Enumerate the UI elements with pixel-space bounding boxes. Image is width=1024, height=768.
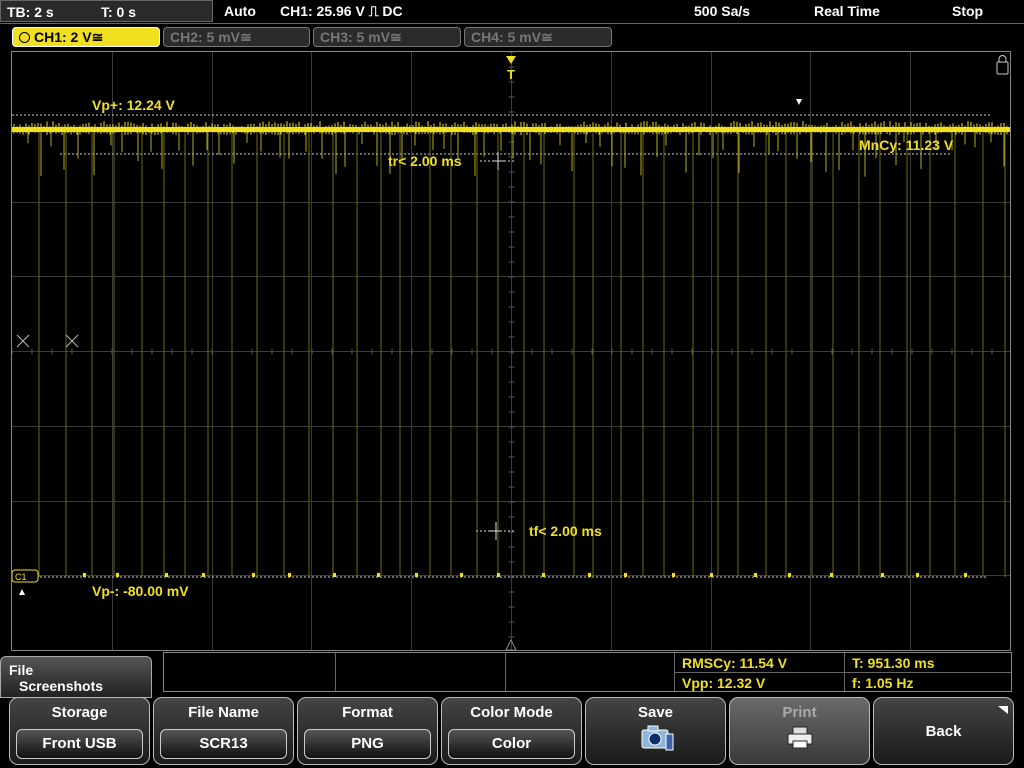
mncy-label: MnCy: 11.23 V <box>859 137 954 153</box>
trace-low-point <box>83 573 86 577</box>
tab-ch3-label: CH3: 5 mV≅ <box>320 29 402 45</box>
trace-low-point <box>964 573 967 577</box>
trace-low-point <box>165 573 168 577</box>
printer-icon <box>787 726 813 749</box>
trace-low-point <box>202 573 205 577</box>
status-bar: TB: 2 s T: 0 s Auto CH1: 25.96 V ⎍ DC 50… <box>0 0 1024 24</box>
trace-low-point <box>377 573 380 577</box>
meas-divider <box>674 672 1011 673</box>
tab-ch1-label: CH1: 2 V≅ <box>34 29 104 45</box>
trace-low-point <box>788 573 791 577</box>
trigger-position-icon[interactable] <box>506 56 516 64</box>
fall-cursor-icon[interactable] <box>476 522 516 540</box>
format-softkey[interactable]: Format PNG <box>297 697 438 765</box>
run-state-label[interactable]: Stop <box>952 3 983 19</box>
meas-divider <box>335 653 336 691</box>
format-softkey-title: Format <box>342 704 393 721</box>
ch1-ground-marker-label: C1 <box>15 572 27 582</box>
trace-low-point <box>830 573 833 577</box>
fall-time-label: tf< 2.00 ms <box>529 523 602 539</box>
trace-low-point <box>252 573 255 577</box>
tab-ch4[interactable]: CH4: 5 mV≅ <box>464 27 612 47</box>
save-button[interactable]: Save <box>585 697 726 765</box>
color-mode-softkey[interactable]: Color Mode Color <box>441 697 582 765</box>
back-button-label: Back <box>925 723 962 740</box>
tab-ch1[interactable]: CH1: 2 V≅ <box>12 27 160 47</box>
status-divider <box>0 23 1024 24</box>
ch1-offset-arrow-icon <box>19 589 25 595</box>
trace-low-point <box>672 573 675 577</box>
camera-save-icon <box>641 725 674 751</box>
measurement-panel: RMSCy: 11.54 V Vpp: 12.32 V T: 951.30 ms… <box>163 652 1012 692</box>
color-mode-softkey-title: Color Mode <box>470 704 553 721</box>
vp-minus-label: Vp-: -80.00 mV <box>92 583 189 599</box>
trigger-marker-label: T <box>507 67 515 82</box>
trace-low-point <box>710 573 713 577</box>
timebase-label: TB: 2 s <box>7 4 54 20</box>
trace-low-point <box>288 573 291 577</box>
menu-title-line2: Screenshots <box>19 678 104 694</box>
file-name-softkey-value[interactable]: SCR13 <box>160 729 287 759</box>
storage-softkey-title: Storage <box>51 704 108 721</box>
sample-rate-label[interactable]: 500 Sa/s <box>694 3 750 19</box>
trigger-level-marker-icon <box>796 99 802 105</box>
format-softkey-value[interactable]: PNG <box>304 729 431 759</box>
trace-low-point <box>116 573 119 577</box>
meas-divider <box>505 653 506 691</box>
timebase-box[interactable]: TB: 2 s T: 0 s <box>0 0 213 22</box>
acquisition-mode-label[interactable]: Real Time <box>814 3 880 19</box>
vpp-value[interactable]: Vpp: 12.32 V <box>682 675 765 691</box>
trace-low-point <box>460 573 463 577</box>
trace-low-point <box>333 573 336 577</box>
storage-softkey-value[interactable]: Front USB <box>16 729 143 759</box>
tab-ch2-label: CH2: 5 mV≅ <box>170 29 252 45</box>
trace-low-point <box>881 573 884 577</box>
rise-time-label: tr< 2.00 ms <box>388 153 462 169</box>
file-name-softkey-title: File Name <box>188 704 259 721</box>
marker-x-icon <box>16 334 79 348</box>
storage-softkey[interactable]: Storage Front USB <box>9 697 150 765</box>
tab-ch2[interactable]: CH2: 5 mV≅ <box>163 27 310 47</box>
frequency-value[interactable]: f: 1.05 Hz <box>852 675 913 691</box>
ch1-ring-icon <box>19 32 30 43</box>
menu-title: File Screenshots <box>0 656 152 698</box>
lock-icon[interactable] <box>996 55 1009 75</box>
trace-low-point <box>916 573 919 577</box>
trace-low-point <box>415 573 418 577</box>
corner-arrow-icon <box>998 706 1008 714</box>
trace-low-point <box>497 573 500 577</box>
trigger-info-label[interactable]: CH1: 25.96 V ⎍ DC <box>280 3 403 20</box>
tab-ch4-label: CH4: 5 mV≅ <box>471 29 553 45</box>
period-value[interactable]: T: 951.30 ms <box>852 655 935 671</box>
trigger-time-label: T: 0 s <box>101 4 137 20</box>
trace-low-point <box>624 573 627 577</box>
trigger-mode-label[interactable]: Auto <box>224 3 256 19</box>
trace-low-point <box>588 573 591 577</box>
print-button-label: Print <box>782 704 817 721</box>
save-button-label: Save <box>637 704 674 721</box>
menu-title-line1: File <box>9 662 34 678</box>
trace-low-point <box>542 573 545 577</box>
rmscy-value[interactable]: RMSCy: 11.54 V <box>682 655 787 671</box>
trace-low-point <box>754 573 757 577</box>
tab-ch3[interactable]: CH3: 5 mV≅ <box>313 27 461 47</box>
print-button[interactable]: Print <box>729 697 870 765</box>
vp-plus-label: Vp+: 12.24 V <box>92 97 175 113</box>
rise-cursor-icon[interactable] <box>480 152 516 170</box>
back-button[interactable]: Back <box>873 697 1014 765</box>
color-mode-softkey-value[interactable]: Color <box>448 729 575 759</box>
file-name-softkey[interactable]: File Name SCR13 <box>153 697 294 765</box>
